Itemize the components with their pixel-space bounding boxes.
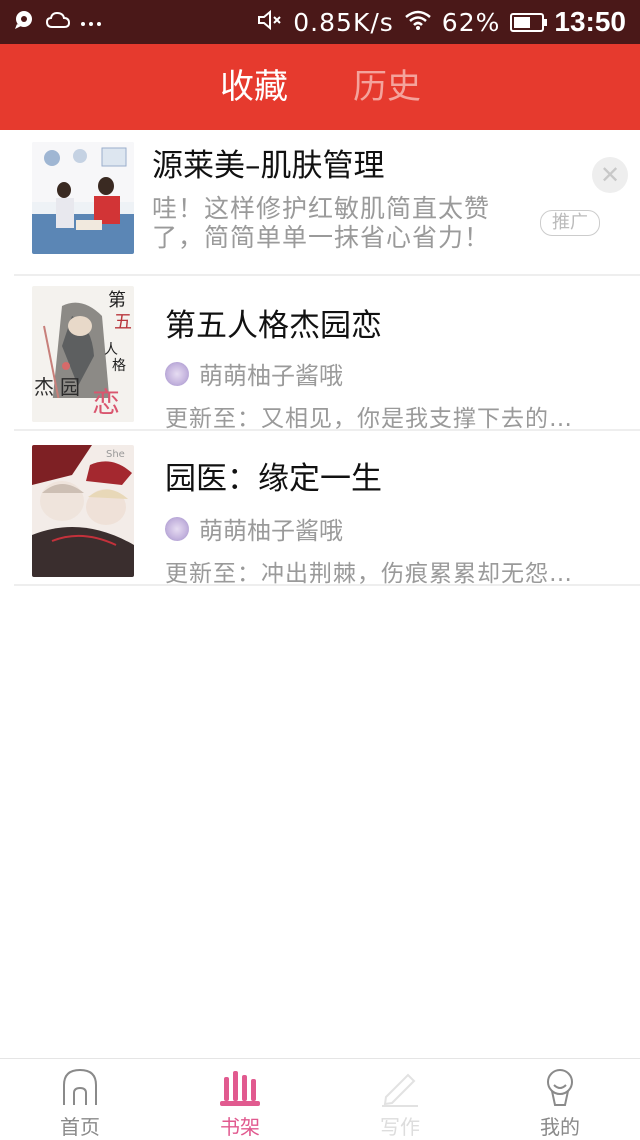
- status-bar: 0.85K/s 62% 13:50: [0, 0, 640, 44]
- nav-write-label: 写作: [380, 1115, 420, 1139]
- profile-icon: [542, 1067, 578, 1111]
- divider: [14, 584, 640, 586]
- pencil-icon: [380, 1067, 420, 1111]
- status-right-icons: 0.85K/s 62% 13:50: [257, 0, 626, 44]
- home-icon: [61, 1067, 99, 1111]
- book-title: 第五人格杰园恋: [165, 308, 382, 344]
- wifi-icon: [404, 9, 432, 35]
- svg-text:人: 人: [104, 342, 118, 358]
- author-name: 萌萌柚子酱哦: [199, 362, 343, 390]
- cloud-notification-icon: [45, 11, 71, 33]
- book-cover: 第 五 人 格 杰 园 恋: [32, 286, 134, 422]
- svg-text:格: 格: [112, 358, 126, 374]
- author-line: 萌萌柚子酱哦: [165, 511, 343, 546]
- close-icon[interactable]: ✕: [592, 157, 628, 193]
- chat-notification-icon: [14, 10, 36, 34]
- more-notifications-icon: [80, 13, 102, 32]
- svg-text:杰: 杰: [34, 375, 54, 399]
- book-cover: She: [32, 445, 134, 577]
- bookshelf-icon: [220, 1067, 260, 1111]
- clock: 13:50: [554, 6, 626, 37]
- tab-history[interactable]: 历史: [353, 44, 421, 130]
- book-title: 园医：缘定一生: [165, 461, 382, 497]
- list-item[interactable]: She 园医：缘定一生 萌萌柚子酱哦 更新至：冲出荆棘，伤痕累累却无怨…: [0, 431, 640, 587]
- svg-text:恋: 恋: [92, 386, 120, 419]
- battery-icon: [510, 12, 548, 32]
- nav-home[interactable]: 首页: [0, 1059, 160, 1139]
- nav-home-label: 首页: [60, 1115, 100, 1139]
- mute-icon: [257, 9, 283, 35]
- bottom-nav: 首页 书架 写作 我的: [0, 1058, 640, 1139]
- nav-write[interactable]: 写作: [320, 1059, 480, 1139]
- ad-image: [32, 142, 134, 254]
- update-text: 更新至：又相见，你是我支撑下去的…: [165, 406, 573, 432]
- list-item[interactable]: 第 五 人 格 杰 园 恋 第五人格杰园恋 萌萌柚子酱哦 更新至：又相见，你是我…: [0, 276, 640, 432]
- nav-bookshelf[interactable]: 书架: [160, 1059, 320, 1139]
- nav-bookshelf-label: 书架: [220, 1115, 260, 1139]
- svg-text:园: 园: [60, 375, 80, 399]
- network-speed: 0.85K/s: [293, 7, 394, 37]
- bookshelf-list: 源莱美–肌肤管理 哇！这样修护红敏肌简直太赞了，简简单单一抹省心省力！ ✕ 推广…: [0, 130, 640, 587]
- status-left-icons: [14, 0, 102, 44]
- author-avatar: [165, 361, 189, 386]
- ad-badge: 推广: [540, 210, 600, 236]
- battery-percent: 62%: [441, 7, 501, 37]
- tab-favorites[interactable]: 收藏: [220, 44, 288, 130]
- ad-description: 哇！这样修护红敏肌简直太赞了，简简单单一抹省心省力！: [152, 194, 491, 252]
- header-tabs: 收藏 历史: [0, 44, 640, 130]
- author-avatar: [165, 516, 189, 541]
- svg-text:She: She: [106, 449, 125, 460]
- cover-char: 第: [108, 290, 126, 311]
- update-text: 更新至：冲出荆棘，伤痕累累却无怨…: [165, 561, 573, 587]
- svg-text:五: 五: [114, 312, 132, 333]
- author-line: 萌萌柚子酱哦: [165, 356, 343, 391]
- author-name: 萌萌柚子酱哦: [199, 517, 343, 545]
- ad-title: 源莱美–肌肤管理: [152, 148, 385, 184]
- nav-profile[interactable]: 我的: [480, 1059, 640, 1139]
- ad-row[interactable]: 源莱美–肌肤管理 哇！这样修护红敏肌简直太赞了，简简单单一抹省心省力！ ✕ 推广: [0, 130, 640, 276]
- nav-profile-label: 我的: [540, 1115, 580, 1139]
